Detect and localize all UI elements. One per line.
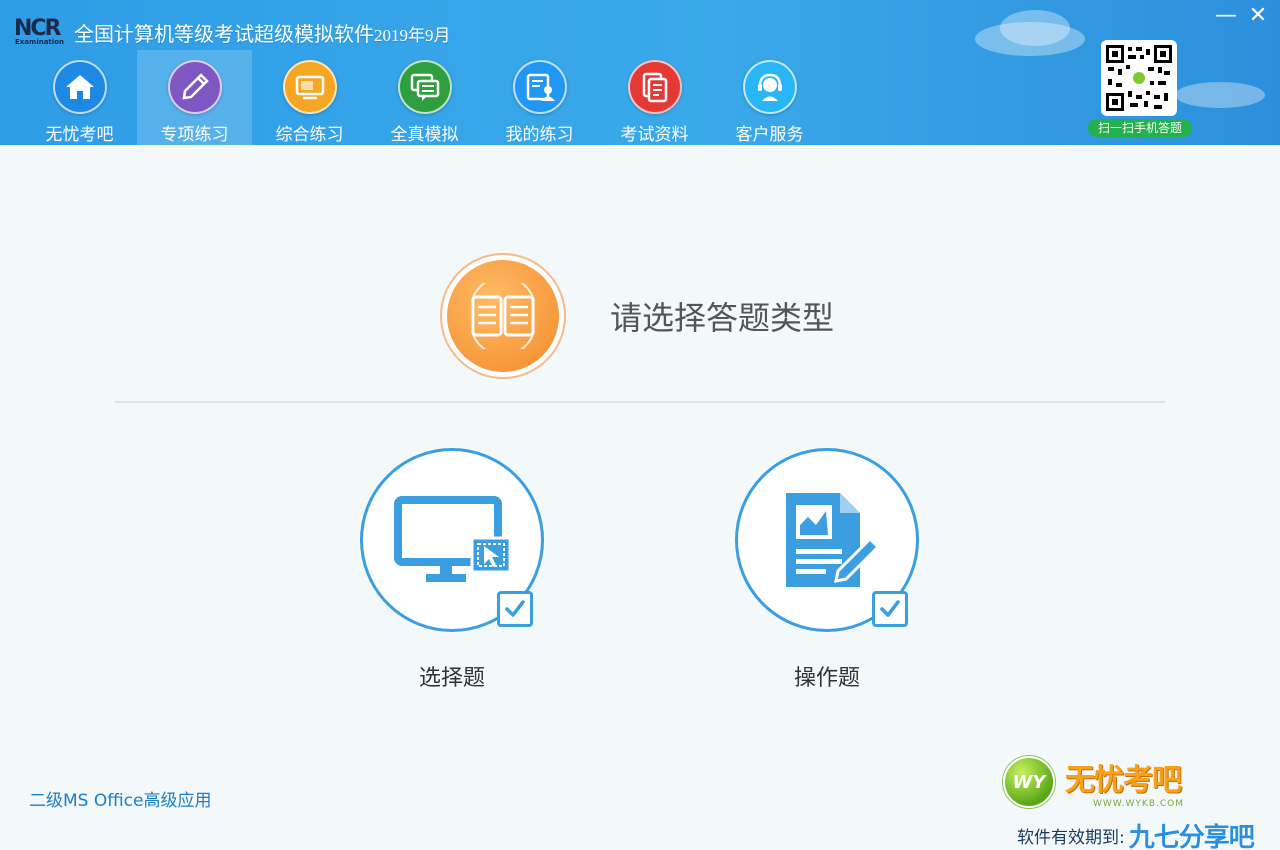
monitor-cursor-icon	[360, 448, 544, 632]
headset-icon	[742, 60, 797, 114]
title-header: NCR Examination 全国计算机等级考试超级模拟软件2019年9月 —…	[0, 0, 1280, 145]
brand-logo: WY 无忧考吧 WWW.WYKB.COM	[1003, 755, 1184, 809]
choice-label: 选择题	[418, 666, 485, 691]
checkbox-icon	[872, 591, 908, 627]
minimize-button[interactable]: —	[1212, 4, 1240, 28]
brand-name: 无忧考吧	[1065, 763, 1182, 798]
page-title: 请选择答题类型	[610, 299, 835, 337]
documents-icon	[627, 60, 682, 114]
nav-item-topic-practice[interactable]: 专项练习	[137, 50, 252, 145]
logo-subtext: Examination	[15, 38, 64, 46]
cloud-decoration	[1175, 82, 1265, 108]
validity-label: 软件有效期到:	[1017, 828, 1125, 848]
choice-label: 操作题	[793, 666, 860, 691]
brand-url: WWW.WYKB.COM	[1093, 799, 1184, 809]
nav-item-customer-service[interactable]: 客户服务	[712, 50, 827, 145]
nav-label: 全真模拟	[390, 125, 459, 145]
close-button[interactable]: ✕	[1244, 4, 1272, 28]
cloud-decoration	[1000, 10, 1070, 46]
nav-label: 无忧考吧	[45, 125, 114, 145]
nav-label: 考试资料	[620, 125, 689, 145]
qr-label: 扫一扫手机答题	[1088, 119, 1192, 137]
validity-row: 软件有效期到: 九七分享吧	[1017, 817, 1255, 850]
main-nav: 无忧考吧 专项练习 综合练习 全真模拟 我的练习 考试资料 客户服务	[22, 50, 827, 145]
operation-question-button[interactable]: 操作题	[732, 448, 922, 692]
nav-item-exam-materials[interactable]: 考试资料	[597, 50, 712, 145]
nav-label: 我的练习	[505, 125, 574, 145]
nav-item-home[interactable]: 无忧考吧	[22, 50, 137, 145]
exam-subject: 二级MS Office高级应用	[29, 791, 212, 811]
title-bar: NCR Examination 全国计算机等级考试超级模拟软件2019年9月	[14, 14, 451, 50]
app-title-suffix: 2019年9月	[374, 25, 451, 45]
nav-label: 客户服务	[735, 125, 804, 145]
book-icon	[440, 253, 566, 379]
divider	[115, 401, 1165, 403]
ncr-logo: NCR Examination	[14, 16, 72, 48]
nav-label: 专项练习	[160, 125, 229, 145]
document-chart-pencil-icon	[735, 448, 919, 632]
answer-type-header: 请选择答题类型	[440, 253, 834, 379]
nav-item-my-practice[interactable]: 我的练习	[482, 50, 597, 145]
nav-item-comprehensive-practice[interactable]: 综合练习	[252, 50, 367, 145]
nav-item-mock-exam[interactable]: 全真模拟	[367, 50, 482, 145]
qr-code	[1101, 40, 1177, 116]
app-title-main: 全国计算机等级考试超级模拟软件	[74, 21, 374, 46]
home-icon	[52, 60, 107, 114]
checkbox-icon	[497, 591, 533, 627]
monitor-icon	[282, 60, 337, 114]
pencil-icon	[167, 60, 222, 114]
brand-badge: WY	[1003, 756, 1055, 808]
watermark-text: 九七分享吧	[1128, 823, 1255, 850]
user-doc-icon	[512, 60, 567, 114]
app-title: 全国计算机等级考试超级模拟软件2019年9月	[74, 18, 451, 47]
chat-icon	[397, 60, 452, 114]
nav-label: 综合练习	[275, 125, 344, 145]
multiple-choice-button[interactable]: 选择题	[357, 448, 547, 692]
